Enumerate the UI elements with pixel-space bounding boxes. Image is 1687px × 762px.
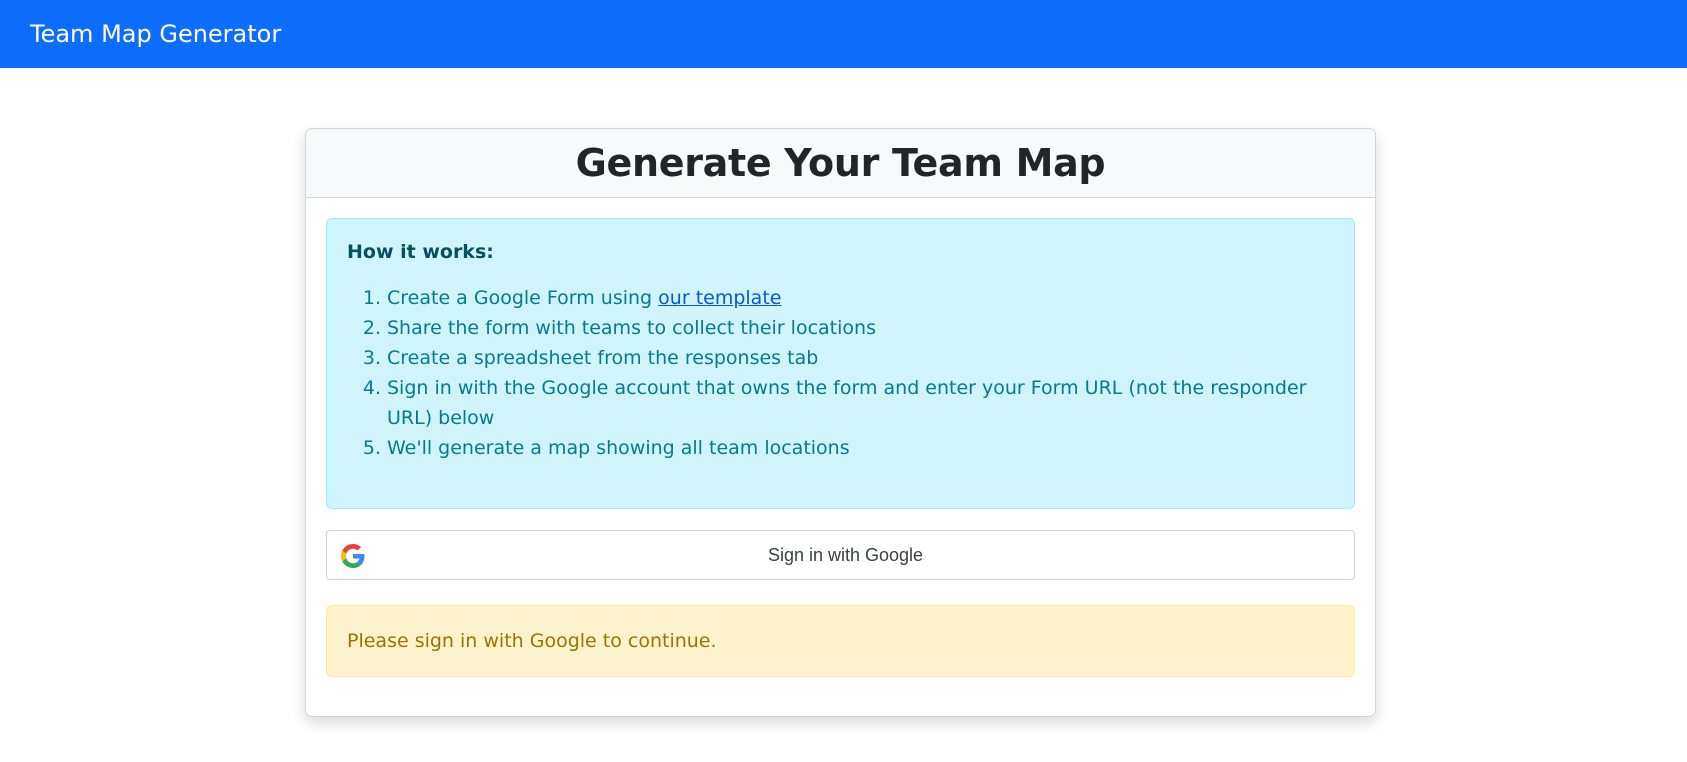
step-number: 3.: [362, 347, 381, 369]
how-it-works-panel: How it works: 1. Create a Google Form us…: [326, 218, 1355, 509]
step-text: We'll generate a map showing all team lo…: [387, 437, 850, 459]
warning-text: Please sign in with Google to continue.: [347, 630, 717, 652]
step-item: 2. Share the form with teams to collect …: [347, 313, 1334, 343]
sign-in-warning-alert: Please sign in with Google to continue.: [326, 605, 1355, 677]
page-title: Generate Your Team Map: [575, 141, 1106, 185]
top-navbar: Team Map Generator: [0, 0, 1687, 68]
card-header: Generate Your Team Map: [306, 129, 1375, 198]
step-number: 2.: [362, 317, 381, 339]
google-g-icon: [341, 544, 365, 568]
step-text: Create a spreadsheet from the responses …: [387, 347, 819, 369]
template-link[interactable]: our template: [658, 287, 781, 309]
step-text-part: Create a Google Form using: [387, 287, 659, 309]
how-it-works-title: How it works:: [347, 241, 494, 263]
step-text: Sign in with the Google account that own…: [387, 377, 1307, 429]
sign-in-with-google-button[interactable]: Sign in with Google: [326, 530, 1355, 580]
step-item: 4. Sign in with the Google account that …: [347, 373, 1334, 433]
step-item: 3. Create a spreadsheet from the respons…: [347, 343, 1334, 373]
step-number: 5.: [362, 437, 381, 459]
navbar-brand[interactable]: Team Map Generator: [30, 20, 281, 48]
steps-list: 1. Create a Google Form using our templa…: [347, 283, 1334, 463]
step-item: 1. Create a Google Form using our templa…: [347, 283, 1334, 313]
step-text: Share the form with teams to collect the…: [387, 317, 876, 339]
step-number: 4.: [362, 377, 381, 399]
step-text: Create a Google Form using our template: [387, 283, 1334, 313]
step-item: 5. We'll generate a map showing all team…: [347, 433, 1334, 463]
main-card: Generate Your Team Map How it works: 1. …: [305, 128, 1376, 717]
sign-in-button-label: Sign in with Google: [767, 544, 924, 565]
step-number: 1.: [362, 287, 381, 309]
